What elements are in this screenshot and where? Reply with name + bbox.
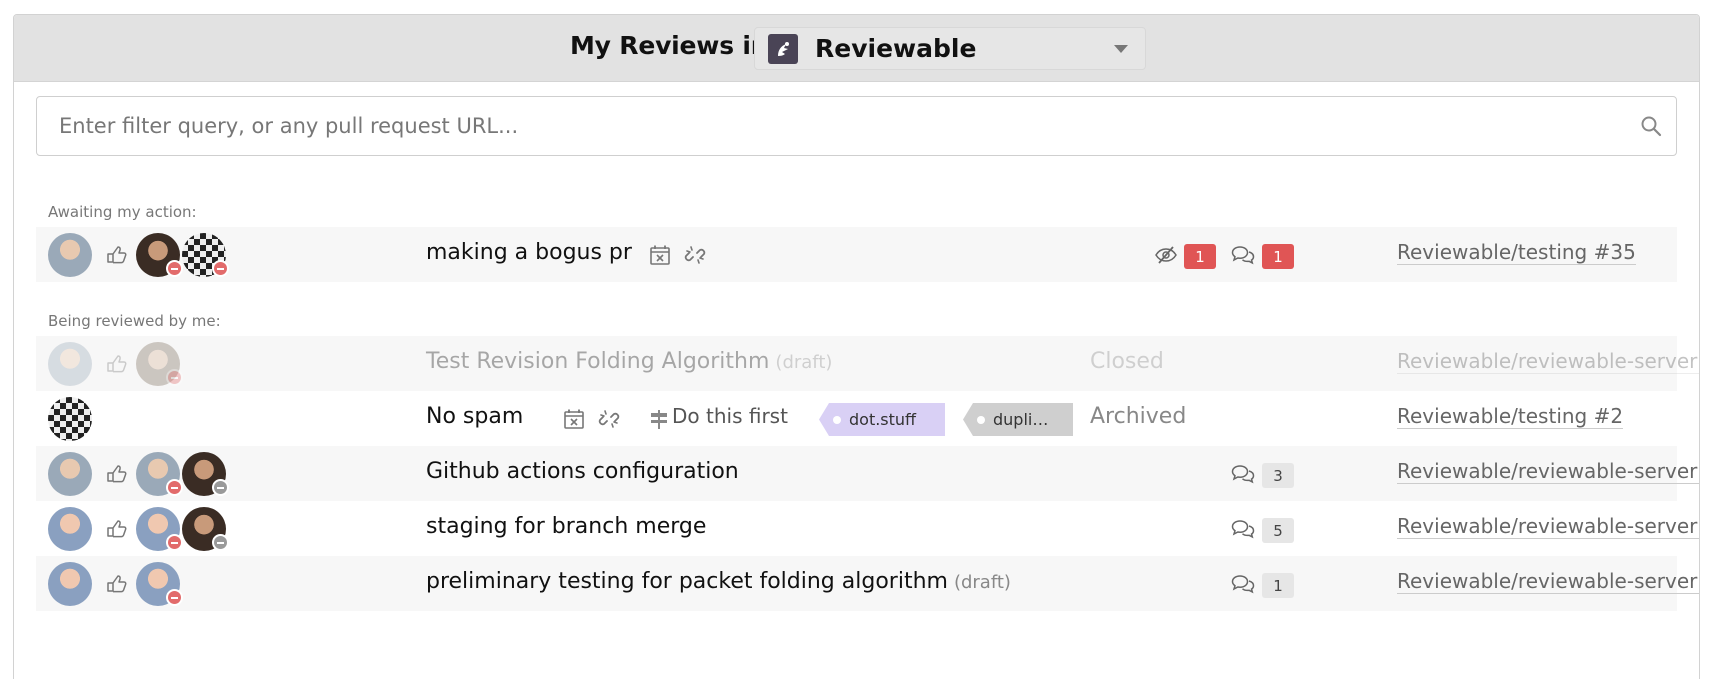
pr-title[interactable]: Test Revision Folding Algorithm (draft) xyxy=(426,349,832,374)
thumbs-up-icon xyxy=(106,352,128,374)
status-badge xyxy=(166,589,183,606)
comment-icon xyxy=(1231,244,1255,266)
table-row[interactable]: No spam Do this first dot.stuff dupli… A… xyxy=(36,391,1677,446)
reviews-panel: My Reviews in Reviewable Awaiting my act… xyxy=(13,14,1700,679)
eye-slash-icon xyxy=(1155,246,1177,264)
caret-down-icon xyxy=(1114,45,1128,53)
avatar xyxy=(48,397,92,441)
tag-duplicate[interactable]: dupli… xyxy=(963,403,1073,436)
unreviewed-count: 1 xyxy=(1184,244,1216,269)
pr-title[interactable]: staging for branch merge xyxy=(426,514,706,539)
repo-link[interactable]: Reviewable/reviewable-server #61 xyxy=(1397,569,1699,594)
avatar xyxy=(48,233,92,277)
page-title: My Reviews in xyxy=(570,31,769,60)
table-row[interactable]: Test Revision Folding Algorithm (draft) C… xyxy=(36,336,1699,391)
thumbs-up-icon xyxy=(106,243,128,265)
draft-label: (draft) xyxy=(775,352,833,373)
tag-dot-stuff[interactable]: dot.stuff xyxy=(819,403,945,436)
repo-name: Reviewable xyxy=(815,34,977,63)
table-row[interactable]: making a bogus pr 1 1 Reviewable/testing… xyxy=(36,227,1677,282)
label-do-this-first[interactable]: Do this first xyxy=(672,404,788,428)
pr-title[interactable]: Github actions configuration xyxy=(426,459,739,484)
signpost-icon xyxy=(651,410,667,429)
calendar-x-icon xyxy=(649,244,671,266)
search-box xyxy=(36,96,1677,156)
status-badge xyxy=(212,479,229,496)
reviewable-logo-icon xyxy=(768,33,798,64)
calendar-x-icon xyxy=(563,408,585,430)
thumbs-up-icon xyxy=(106,462,128,484)
repo-link[interactable]: Reviewable/testing #35 xyxy=(1397,240,1636,265)
pr-title[interactable]: No spam xyxy=(426,404,523,429)
broken-link-icon xyxy=(684,244,706,266)
comment-icon xyxy=(1231,518,1255,540)
pr-title[interactable]: making a bogus pr xyxy=(426,240,632,265)
discussion-count: 1 xyxy=(1262,244,1294,269)
thumbs-up-icon xyxy=(106,572,128,594)
section-reviewing-label: Being reviewed by me: xyxy=(48,312,221,330)
repo-link[interactable]: Reviewable/reviewable-server #54 xyxy=(1397,459,1699,484)
repo-link[interactable]: Reviewable/reviewable-server #60 xyxy=(1397,349,1699,374)
status-badge xyxy=(166,479,183,496)
draft-label: (draft) xyxy=(953,572,1011,593)
avatar xyxy=(48,507,92,551)
avatar xyxy=(48,452,92,496)
broken-link-icon xyxy=(598,408,620,430)
search-input[interactable] xyxy=(59,114,1599,138)
comment-icon xyxy=(1231,573,1255,595)
repo-link[interactable]: Reviewable/reviewable-server #56 xyxy=(1397,514,1699,539)
table-row[interactable]: Github actions configuration 3 Reviewabl… xyxy=(36,446,1699,501)
discussion-count: 1 xyxy=(1262,573,1294,598)
section-awaiting-label: Awaiting my action: xyxy=(48,203,197,221)
avatar xyxy=(48,342,92,386)
status-badge xyxy=(166,260,183,277)
thumbs-up-icon xyxy=(106,517,128,539)
repo-dropdown[interactable]: Reviewable xyxy=(754,27,1146,70)
status-badge xyxy=(166,369,183,386)
status-badge xyxy=(212,534,229,551)
status-badge xyxy=(212,260,229,277)
pr-title[interactable]: preliminary testing for packet folding a… xyxy=(426,569,1011,594)
status-badge xyxy=(166,534,183,551)
panel-header: My Reviews in Reviewable xyxy=(14,15,1699,82)
avatar xyxy=(48,562,92,606)
table-row[interactable]: staging for branch merge 5 Reviewable/re… xyxy=(36,501,1699,556)
comment-icon xyxy=(1231,463,1255,485)
discussion-count: 3 xyxy=(1262,463,1294,488)
table-row[interactable]: preliminary testing for packet folding a… xyxy=(36,556,1699,611)
status-text: Closed xyxy=(1090,349,1164,374)
repo-link[interactable]: Reviewable/testing #2 xyxy=(1397,404,1624,429)
discussion-count: 5 xyxy=(1262,518,1294,543)
search-icon[interactable] xyxy=(1640,115,1662,137)
status-text: Archived xyxy=(1090,404,1187,429)
